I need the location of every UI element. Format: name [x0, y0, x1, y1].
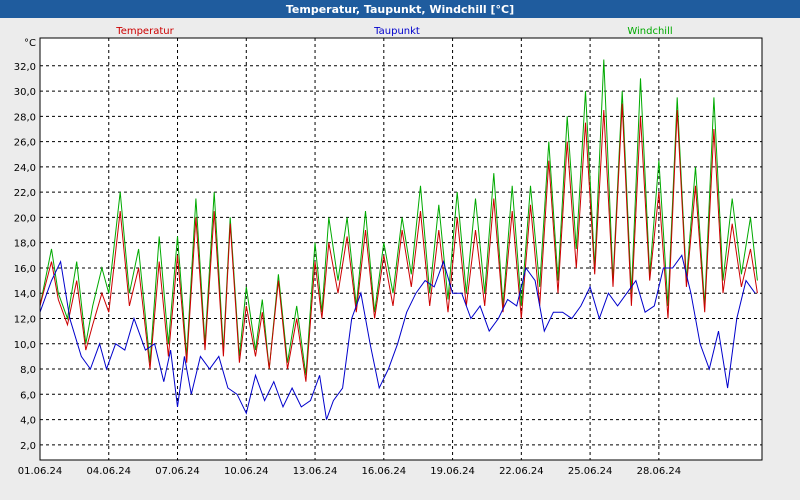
- x-tick-label: 16.06.24: [362, 466, 407, 477]
- y-axis-label: °C: [24, 38, 36, 49]
- y-tick-label: 6,0: [20, 390, 36, 401]
- x-tick-label: 13.06.24: [293, 466, 338, 477]
- y-tick-label: 18,0: [14, 239, 36, 250]
- legend-entry-taupunkt: Taupunkt: [373, 26, 420, 37]
- y-tick-label: 32,0: [14, 62, 36, 73]
- legend-entry-windchill: Windchill: [627, 26, 672, 37]
- y-tick-label: 24,0: [14, 163, 36, 174]
- x-tick-label: 28.06.24: [637, 466, 682, 477]
- x-tick-label: 07.06.24: [155, 466, 200, 477]
- y-tick-label: 8,0: [20, 365, 36, 376]
- x-tick-label: 04.06.24: [86, 466, 131, 477]
- chart-title: Temperatur, Taupunkt, Windchill [°C]: [0, 0, 800, 18]
- y-tick-label: 12,0: [14, 314, 36, 325]
- y-tick-label: 22,0: [14, 188, 36, 199]
- y-tick-label: 14,0: [14, 289, 36, 300]
- y-tick-label: 20,0: [14, 213, 36, 224]
- x-tick-label: 22.06.24: [499, 466, 544, 477]
- x-tick-label: 25.06.24: [568, 466, 613, 477]
- x-tick-label: 19.06.24: [430, 466, 475, 477]
- y-tick-label: 28,0: [14, 112, 36, 123]
- y-tick-label: 26,0: [14, 138, 36, 149]
- chart-area: 2,0 4,0 6,0 8,0 10,0 12,0 14,0 16,0 18,0 20,0 22,0…: [14, 26, 763, 477]
- x-tick-label: 01.06.24: [18, 466, 63, 477]
- y-tick-label: 2,0: [20, 441, 36, 452]
- y-tick-label: 30,0: [14, 87, 36, 98]
- y-tick-label: 10,0: [14, 340, 36, 351]
- x-tick-label: 10.06.24: [224, 466, 269, 477]
- plot-background: [40, 38, 762, 460]
- legend-entry-temperatur: Temperatur: [115, 26, 174, 37]
- y-tick-label: 16,0: [14, 264, 36, 275]
- y-tick-label: 4,0: [20, 416, 36, 427]
